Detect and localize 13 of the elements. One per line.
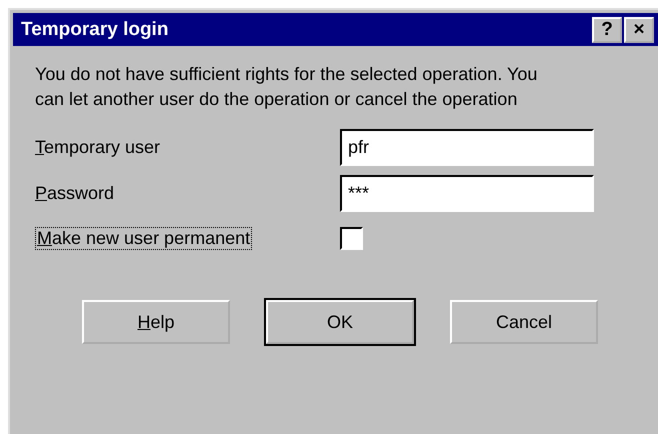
message-text: You do not have sufficient rights for the selected operation. You can let another user do the operation or cancel the operation — [35, 63, 538, 111]
checkbox-label[interactable]: Make new user permanent — [35, 226, 252, 250]
cancel-button[interactable]: Cancel — [450, 300, 598, 344]
help-button[interactable]: Help — [82, 300, 230, 344]
checkbox[interactable] — [340, 226, 363, 250]
user-field[interactable]: pfr — [340, 128, 594, 166]
field-label: Password — [35, 182, 116, 204]
field-label: Temporary user — [35, 136, 162, 158]
ok-button[interactable]: OK — [266, 300, 414, 344]
close-button[interactable]: × — [624, 16, 654, 42]
help-button[interactable]: ? — [592, 16, 622, 42]
window-title: Temporary login — [21, 18, 170, 40]
password-field[interactable]: *** — [340, 174, 594, 212]
